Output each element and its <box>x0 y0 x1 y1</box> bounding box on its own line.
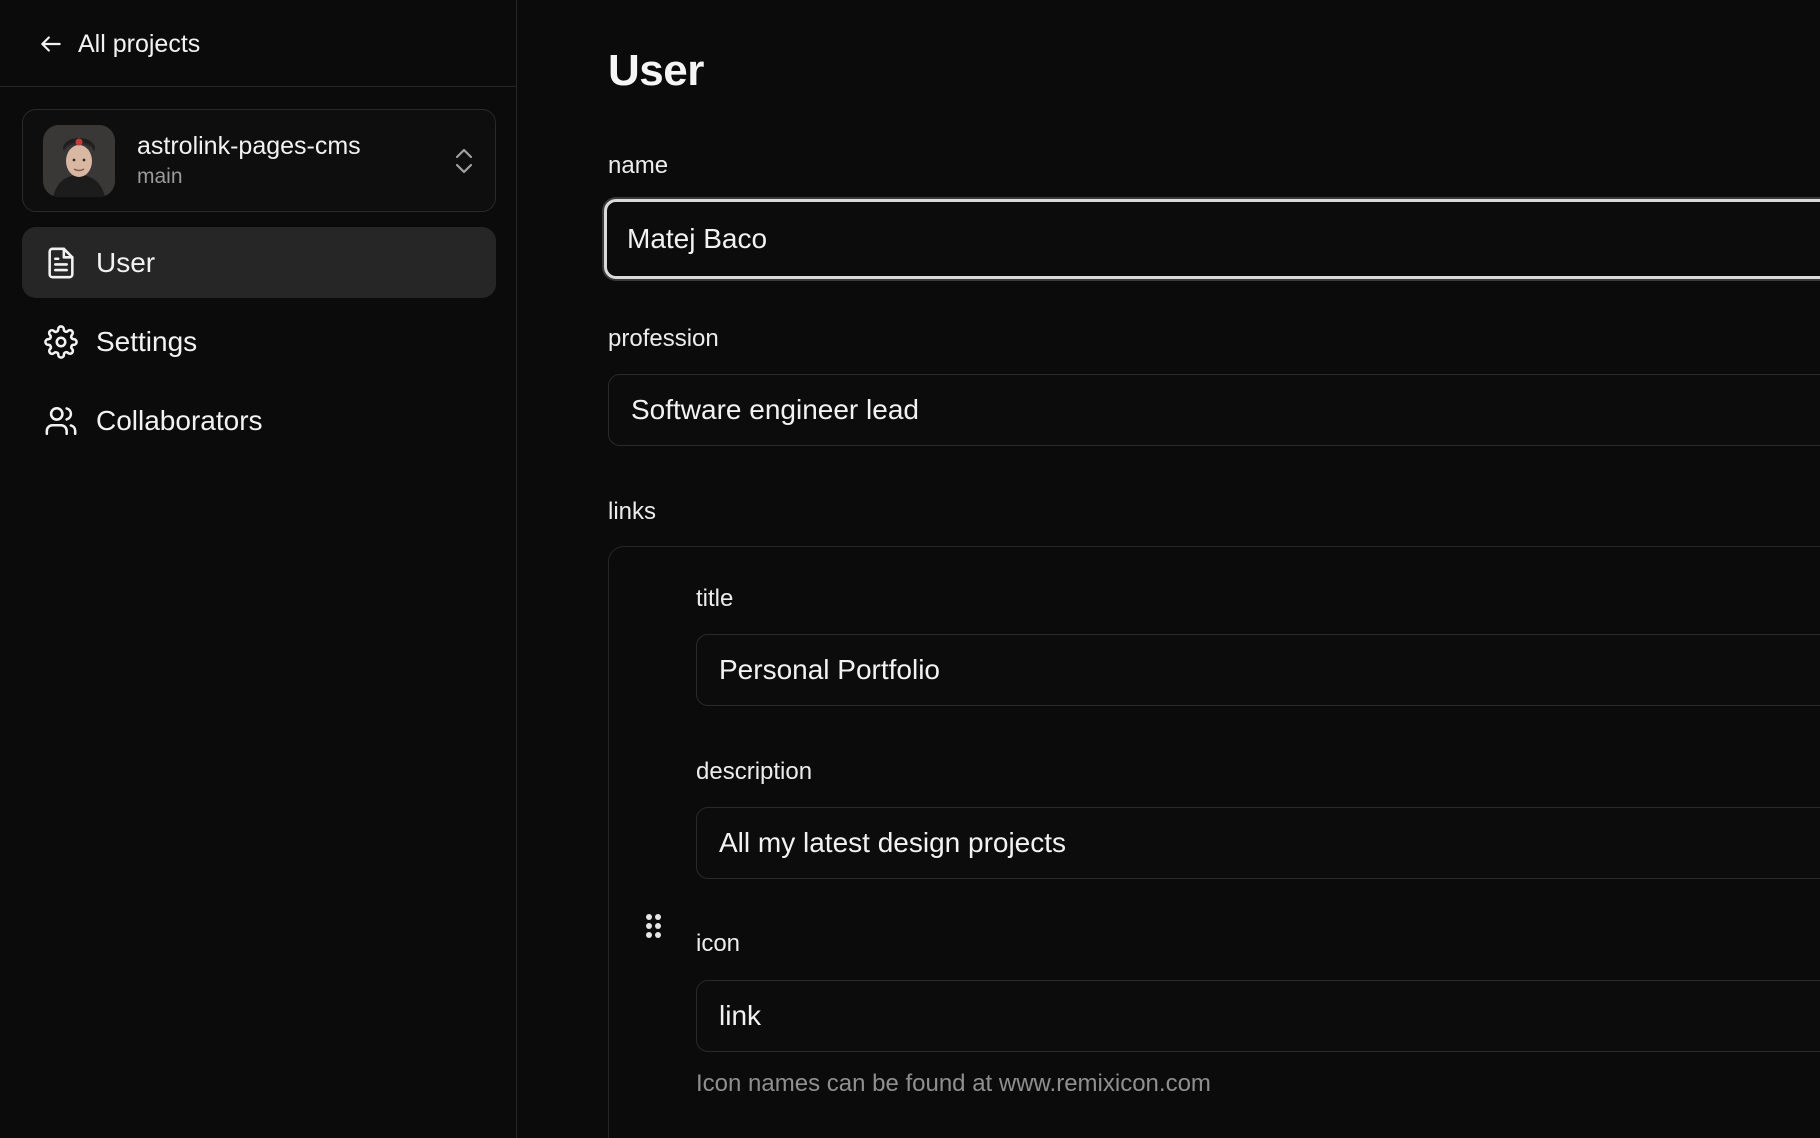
links-label: links <box>608 498 657 525</box>
sidebar-item-label: User <box>96 246 156 278</box>
sidebar-item-collaborators[interactable]: Collaborators <box>22 385 496 456</box>
arrow-left-icon <box>41 36 61 52</box>
link-icon-input[interactable] <box>696 980 1820 1052</box>
users-icon <box>45 406 77 435</box>
all-projects-link[interactable]: All projects <box>38 26 200 62</box>
sidebar-item-label: Collaborators <box>96 404 263 436</box>
main-content: User name profession links title descrip… <box>518 0 1820 1138</box>
project-switcher[interactable]: astrolink-pages-cms main <box>22 109 496 212</box>
gear-icon <box>44 324 78 359</box>
project-name: astrolink-pages-cms <box>137 132 361 160</box>
sidebar-item-settings[interactable]: Settings <box>22 306 496 377</box>
page-title: User <box>608 46 704 95</box>
sidebar: All projects astrolink-pages-cms main Us… <box>0 0 517 1138</box>
profession-input[interactable] <box>608 374 1820 446</box>
project-info: astrolink-pages-cms main <box>137 132 453 189</box>
profession-label: profession <box>608 325 719 352</box>
name-input[interactable] <box>604 199 1820 279</box>
link-title-label: title <box>696 585 734 612</box>
chevron-up-down-icon <box>455 148 473 173</box>
drag-handle-icon[interactable] <box>646 914 662 940</box>
sidebar-item-user[interactable]: User <box>22 227 496 298</box>
icon-help-text: Icon names can be found at www.remixicon… <box>696 1070 1211 1097</box>
link-icon-label: icon <box>696 930 741 957</box>
name-label: name <box>608 152 669 179</box>
sidebar-divider <box>0 86 517 87</box>
link-description-label: description <box>696 758 813 785</box>
link-description-input[interactable] <box>696 807 1820 879</box>
project-branch: main <box>137 165 183 188</box>
link-title-input[interactable] <box>696 634 1820 706</box>
sidebar-nav: User Settings Collaborators <box>22 227 496 464</box>
sidebar-item-label: Settings <box>96 325 198 357</box>
all-projects-label: All projects <box>78 29 201 58</box>
avatar <box>43 124 115 197</box>
file-text-icon <box>48 247 74 278</box>
